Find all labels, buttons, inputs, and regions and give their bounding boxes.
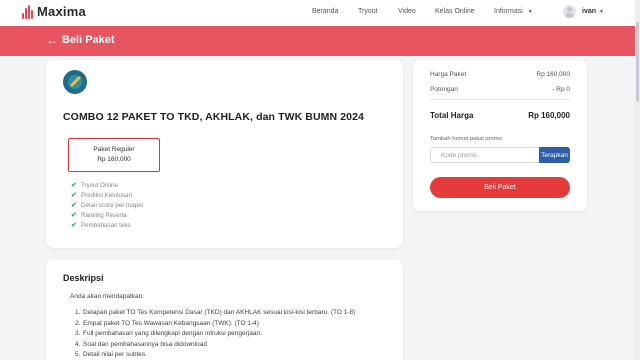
buy-package-button[interactable]: Beli Paket: [430, 177, 570, 198]
brand-name: Maxima: [37, 4, 86, 19]
feature-item: ✔ Detail score per mapel: [71, 200, 143, 210]
scrollbar-thumb[interactable]: [636, 22, 639, 102]
feature-item: ✔ Pembahasan teks: [71, 220, 143, 230]
check-icon: ✔: [71, 202, 77, 209]
promo-form: Terapkan: [430, 147, 570, 163]
discount-value: - Rp 0: [552, 86, 570, 93]
chevron-down-icon: ▼: [599, 8, 604, 15]
description-intro: Anda akan mendapatkan:: [70, 293, 145, 300]
check-icon: ✔: [71, 192, 77, 199]
total-label: Total Harga: [430, 111, 474, 120]
nav-informasi[interactable]: Informasi ▼: [494, 8, 533, 15]
navbar: Maxima Beranda Tryout Video Kelas Online…: [0, 0, 640, 26]
user-menu[interactable]: ivan ▼: [563, 5, 604, 18]
avatar: [563, 5, 576, 18]
feature-label: Pembahasan teks: [81, 221, 131, 229]
nav-informasi-label: Informasi: [494, 8, 523, 15]
variant-name: Paket Reguler: [93, 146, 135, 153]
feature-item: ✔ Prediksi Kelulusan: [71, 190, 143, 200]
page-scrollbar[interactable]: [635, 0, 640, 360]
list-item-text: Empat paket TO Tes Wawasan Kebangsaan (T…: [83, 319, 259, 327]
package-icon: [63, 70, 87, 94]
package-title: COMBO 12 PAKET TO TKD, AKHLAK, dan TWK B…: [63, 111, 364, 123]
check-icon: ✔: [71, 212, 77, 219]
description-title: Deskripsi: [63, 273, 104, 283]
list-item: 2. Empat paket TO Tes Wawasan Kebangsaan …: [75, 319, 259, 327]
feature-list: ✔ Tryout Online ✔ Prediksi Kelulusan ✔ Deta…: [71, 180, 143, 230]
price-value: Rp 160,000: [536, 71, 570, 78]
list-item: 5. Detail nilai per subtes.: [75, 351, 147, 358]
brand-logo[interactable]: Maxima: [22, 4, 86, 19]
list-item: 4. Soal dan pembahasannya bisa didownload: [75, 340, 207, 348]
description-list: 1. Delapan paket TO Tes Kompetensi Dasar …: [75, 309, 355, 360]
feature-label: Tryout Online: [81, 181, 118, 189]
logo-bars-icon: [22, 4, 34, 19]
feature-label: Detail score per mapel: [81, 201, 143, 209]
price-row: Harga Paket Rp 160,000: [430, 71, 570, 78]
user-name: ivan: [582, 8, 597, 15]
promo-code-input[interactable]: [430, 147, 539, 163]
description-card: Deskripsi Anda akan mendapatkan: 1. Delap…: [46, 260, 403, 360]
order-summary-card: Harga Paket Rp 160,000 Potongan - Rp 0 T…: [413, 60, 587, 211]
feature-item: ✔ Ranking Peserta: [71, 210, 143, 220]
discount-row: Potongan - Rp 0: [430, 86, 570, 93]
package-variant-option[interactable]: Paket Reguler Rp 160,000: [68, 138, 160, 172]
price-label: Harga Paket: [430, 71, 467, 78]
check-icon: ✔: [71, 182, 77, 189]
variant-price: Rp 160,000: [97, 156, 131, 163]
list-item-text: Delapan paket TO Tes Kompetensi Dasar (T…: [83, 309, 356, 316]
package-card: COMBO 12 PAKET TO TKD, AKHLAK, dan TWK B…: [46, 60, 403, 248]
chevron-down-icon: ▼: [527, 9, 533, 15]
check-icon: ✔: [71, 222, 77, 229]
nav-kelas-online[interactable]: Kelas Online: [435, 8, 475, 15]
apply-promo-button[interactable]: Terapkan: [539, 147, 570, 163]
feature-label: Prediksi Kelulusan: [81, 191, 132, 199]
page-title: Beli Paket: [62, 34, 115, 46]
list-item-text: Soal dan pembahasannya bisa didownload: [83, 340, 207, 348]
nav-beranda[interactable]: Beranda: [312, 8, 338, 15]
list-item: 3. Full pembahasan yang dilengkapi dengan…: [75, 330, 262, 337]
feature-label: Ranking Peserta: [81, 211, 127, 219]
back-button[interactable]: ← Beli Paket: [46, 33, 115, 47]
nav-tryout[interactable]: Tryout: [358, 8, 378, 15]
divider: [430, 99, 570, 100]
total-value: Rp 160,000: [528, 111, 570, 120]
total-row: Total Harga Rp 160,000: [430, 111, 570, 120]
list-item-text: Full pembahasan yang dilengkapi dengan i…: [83, 330, 262, 337]
list-item-text: Detail nilai per subtes.: [83, 351, 147, 358]
promo-label: Tambah hemat pakai promo: [430, 136, 502, 142]
nav-video[interactable]: Video: [398, 8, 416, 15]
feature-item: ✔ Tryout Online: [71, 180, 143, 190]
arrow-left-icon: ←: [46, 33, 58, 47]
list-item: 1. Delapan paket TO Tes Kompetensi Dasar …: [75, 309, 356, 316]
discount-label: Potongan: [430, 86, 458, 93]
